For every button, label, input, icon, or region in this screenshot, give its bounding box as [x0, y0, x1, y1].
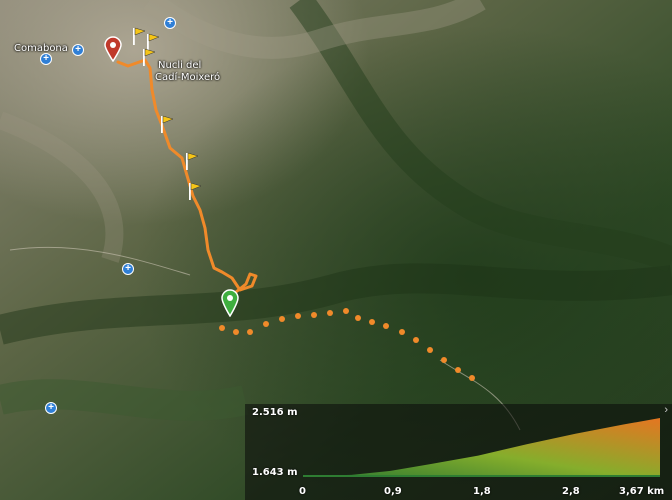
waypoint-flag-icon[interactable]	[185, 151, 199, 171]
elevation-chart	[303, 418, 660, 477]
end-marker-icon[interactable]	[104, 36, 122, 62]
poi-icon[interactable]: +	[164, 17, 176, 29]
elevation-profile-panel[interactable]: 2.516 m 1.643 m 0 0,9 1,8 2,8 3,67 km	[245, 404, 672, 500]
poi-icon[interactable]: +	[122, 263, 134, 275]
start-marker-icon[interactable]	[221, 289, 239, 317]
elevation-min-label: 1.643 m	[252, 467, 298, 478]
place-label-nucli: Nucli del	[158, 60, 202, 71]
place-label-comabona: Comabona	[14, 43, 68, 54]
place-label-cadi: Cadí-Moixeró	[155, 72, 221, 83]
poi-icon[interactable]: +	[40, 53, 52, 65]
elevation-max-label: 2.516 m	[252, 407, 298, 418]
waypoint-flag-icon[interactable]	[188, 181, 202, 201]
x-tick-label: 3,67 km	[619, 486, 665, 497]
poi-icon[interactable]: +	[72, 44, 84, 56]
waypoint-flag-icon[interactable]	[142, 47, 156, 67]
waypoint-flag-icon[interactable]	[160, 114, 174, 134]
x-tick-label: 1,8	[473, 486, 491, 497]
elevation-area	[303, 418, 660, 476]
x-tick-label: 2,8	[562, 486, 580, 497]
chevron-right-icon[interactable]: ›	[664, 404, 668, 416]
waypoint-flag-icon[interactable]	[132, 26, 146, 46]
poi-icon[interactable]: +	[45, 402, 57, 414]
x-tick-label: 0,9	[384, 486, 402, 497]
x-tick-label: 0	[299, 486, 306, 497]
